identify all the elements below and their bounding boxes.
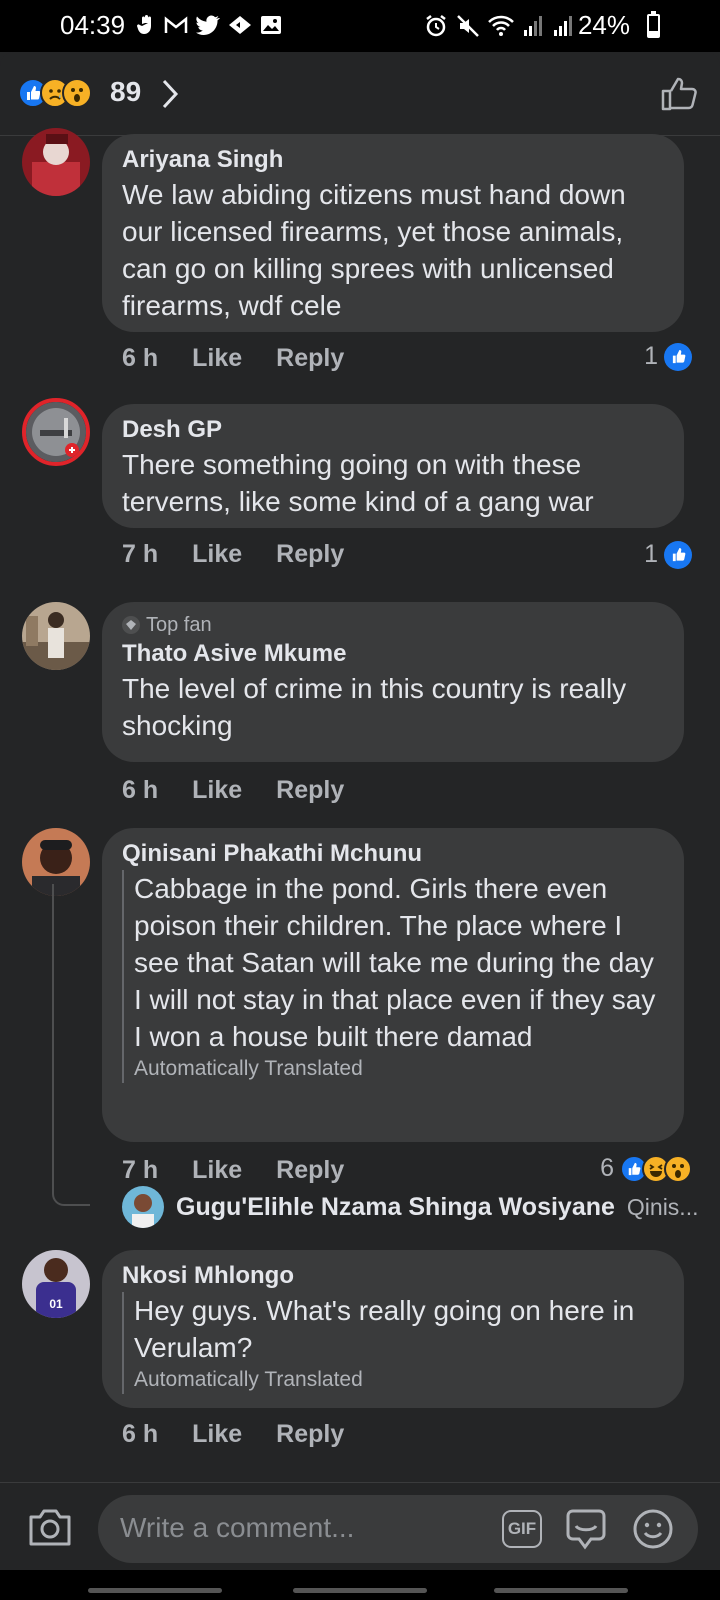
comment-time[interactable]: 6 h	[122, 344, 158, 373]
emoji-icon[interactable]	[632, 1508, 674, 1550]
reply-button[interactable]: Reply	[276, 1420, 344, 1449]
status-time: 04:39	[60, 10, 126, 40]
reply-button[interactable]: Reply	[276, 344, 344, 373]
comment-actions: 6 h Like Reply	[122, 776, 344, 805]
nav-recents[interactable]	[494, 1588, 628, 1593]
reply-snippet: Qinis...	[626, 1193, 699, 1220]
like-button[interactable]: Like	[192, 776, 242, 805]
chevron-right-icon[interactable]	[160, 78, 180, 110]
mute-icon	[457, 15, 479, 37]
diamond-arrows-icon	[229, 16, 251, 34]
comment-time[interactable]: 6 h	[122, 776, 158, 805]
signal-icon	[524, 16, 542, 36]
comment-text: There something going on with these terv…	[122, 449, 594, 517]
sticker-icon[interactable]	[564, 1508, 608, 1550]
translated-block: Hey guys. What's really going on here in…	[122, 1292, 664, 1394]
auto-translated-label[interactable]: Automatically Translated	[134, 1366, 664, 1394]
nav-home[interactable]	[293, 1588, 427, 1593]
comment-field[interactable]: GIF	[98, 1495, 698, 1563]
comment-time[interactable]: 7 h	[122, 1156, 158, 1185]
comment-bubble: Ariyana Singh We law abiding citizens mu…	[102, 134, 684, 332]
comment-author[interactable]: Desh GP	[122, 414, 664, 446]
alarm-icon	[426, 15, 446, 37]
comment-bubble: Nkosi Mhlongo Hey guys. What's really go…	[102, 1250, 684, 1408]
comment-composer: GIF	[0, 1482, 720, 1570]
system-icons	[424, 14, 574, 38]
comment-text: We law abiding citizens must hand down o…	[122, 179, 626, 321]
comment-time[interactable]: 6 h	[122, 1420, 158, 1449]
comment-author[interactable]: Ariyana Singh	[122, 144, 664, 176]
comment-reaction-count: 6	[600, 1154, 614, 1182]
like-outline-icon[interactable]	[660, 76, 698, 112]
status-bar: 04:39 24%	[0, 0, 720, 52]
reply-thread-line	[52, 884, 90, 1206]
reply-button[interactable]: Reply	[276, 776, 344, 805]
like-button[interactable]: Like	[192, 344, 242, 373]
diamond-icon	[122, 616, 140, 634]
comment-text: Hey guys. What's really going on here in…	[134, 1295, 635, 1363]
comment-bubble: Qinisani Phakathi Mchunu Cabbage in the …	[102, 828, 684, 1142]
reaction-icons	[18, 78, 92, 108]
signal-icon-2	[554, 16, 572, 36]
wow-icon	[664, 1154, 692, 1183]
camera-icon[interactable]	[28, 1507, 72, 1547]
top-fan-badge[interactable]: Top fan	[122, 612, 664, 638]
like-icon	[664, 342, 692, 371]
reply-author: Gugu'Elihle Nzama Shinga Wosiyane	[176, 1192, 615, 1221]
comment-time[interactable]: 7 h	[122, 540, 158, 569]
gmail-icon	[164, 16, 188, 33]
avatar[interactable]	[22, 398, 90, 466]
svg-text:01: 01	[49, 1297, 63, 1311]
twitter-icon	[196, 15, 220, 35]
comment-author[interactable]: Nkosi Mhlongo	[122, 1260, 664, 1292]
reply-avatar	[122, 1186, 164, 1228]
hand-icon	[136, 15, 151, 34]
reply-preview[interactable]: Gugu'Elihle Nzama Shinga Wosiyane Qinis.…	[122, 1186, 702, 1228]
battery-percent: 24%	[577, 10, 630, 40]
reactions-header[interactable]: 89	[0, 52, 720, 136]
comment-actions: 6 h Like Reply	[122, 1420, 344, 1449]
comment-input[interactable]	[120, 1505, 480, 1551]
comment-reactions[interactable]: 1	[644, 540, 692, 569]
comment-reactions[interactable]: 1	[644, 342, 692, 371]
battery-level	[649, 31, 658, 36]
comment-reaction-count: 1	[644, 342, 658, 370]
notification-icons	[136, 14, 282, 36]
comment-author[interactable]: Thato Asive Mkume	[122, 638, 664, 670]
nav-back[interactable]	[88, 1588, 222, 1593]
comment-bubble: Top fan Thato Asive Mkume The level of c…	[102, 602, 684, 762]
auto-translated-label[interactable]: Automatically Translated	[134, 1055, 664, 1083]
like-button[interactable]: Like	[192, 1420, 242, 1449]
comment-text: The level of crime in this country is re…	[122, 673, 627, 741]
reply-button[interactable]: Reply	[276, 540, 344, 569]
comment-actions: 6 h Like Reply	[122, 344, 344, 373]
comment-author[interactable]: Qinisani Phakathi Mchunu	[122, 838, 664, 870]
comment-actions: 7 h Like Reply	[122, 540, 344, 569]
system-nav-bar	[0, 1570, 720, 1600]
avatar[interactable]	[22, 602, 90, 670]
gif-button[interactable]: GIF	[502, 1510, 542, 1548]
reaction-icons	[620, 1154, 692, 1183]
comment-text: Cabbage in the pond. Girls there even po…	[134, 873, 656, 1052]
like-button[interactable]: Like	[192, 540, 242, 569]
reply-button[interactable]: Reply	[276, 1156, 344, 1185]
wow-icon	[62, 78, 92, 108]
comment-reactions[interactable]: 6	[600, 1154, 692, 1183]
comment-reaction-count: 1	[644, 540, 658, 568]
image-icon	[261, 16, 281, 34]
reaction-count: 89	[110, 76, 142, 107]
battery-icon	[647, 11, 660, 38]
top-fan-label: Top fan	[146, 614, 212, 636]
like-icon	[664, 540, 692, 569]
comment-actions: 7 h Like Reply	[122, 1156, 344, 1185]
wifi-icon	[488, 15, 514, 36]
translated-block: Cabbage in the pond. Girls there even po…	[122, 870, 664, 1083]
comment-bubble: Desh GP There something going on with th…	[102, 404, 684, 528]
avatar[interactable]	[22, 128, 90, 196]
like-button[interactable]: Like	[192, 1156, 242, 1185]
avatar[interactable]: 01	[22, 1250, 90, 1318]
